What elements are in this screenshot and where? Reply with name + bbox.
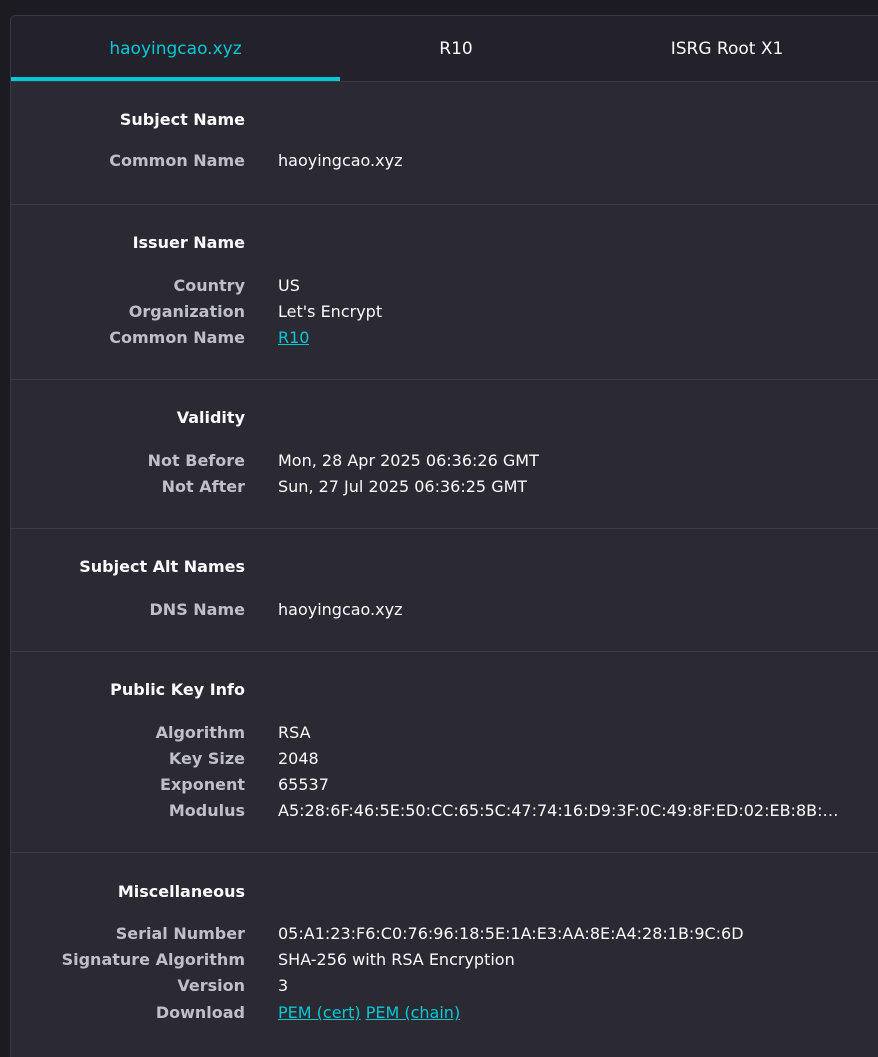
version-row: Version 3	[11, 973, 871, 999]
field-value: 2048	[278, 749, 319, 768]
field-value: Sun, 27 Jul 2025 06:36:25 GMT	[278, 477, 528, 496]
field-label: Key Size	[168, 749, 245, 768]
field-label: Version	[177, 976, 245, 995]
subject-common-name-row: Common Name haoyingcao.xyz	[11, 148, 871, 174]
certificate-tabs: haoyingcao.xyz R10 ISRG Root X1	[11, 16, 878, 82]
subject-alt-names-section: Subject Alt Names DNS Name haoyingcao.xy…	[11, 529, 878, 652]
issuer-r10-link[interactable]: R10	[278, 328, 309, 347]
issuer-common-name-row: Common Name R10	[11, 325, 871, 351]
field-label: Not Before	[147, 451, 245, 470]
field-value: A5:28:6F:46:5E:50:CC:65:5C:47:74:16:D9:3…	[278, 801, 843, 820]
field-label: DNS Name	[149, 600, 245, 619]
field-label: Not After	[161, 477, 245, 496]
pem-chain-link[interactable]: PEM (chain)	[366, 1003, 460, 1022]
validity-section: Validity Not Before Mon, 28 Apr 2025 06:…	[11, 380, 878, 529]
field-value: Let's Encrypt	[278, 302, 383, 321]
section-title-issuer: Issuer Name	[132, 233, 245, 252]
field-value: US	[278, 276, 300, 295]
field-label: Signature Algorithm	[61, 950, 245, 969]
field-value-container: R10	[278, 325, 309, 351]
signature-algorithm-row: Signature Algorithm SHA-256 with RSA Enc…	[11, 947, 871, 973]
field-label: Common Name	[109, 328, 245, 347]
tab-r10[interactable]: R10	[340, 16, 572, 81]
algorithm-row: Algorithm RSA	[11, 720, 871, 746]
section-title-misc: Miscellaneous	[117, 882, 245, 901]
miscellaneous-section: Miscellaneous Serial Number 05:A1:23:F6:…	[11, 853, 878, 1057]
field-label: Country	[173, 276, 245, 295]
dns-name-row: DNS Name haoyingcao.xyz	[11, 597, 871, 623]
issuer-organization-row: Organization Let's Encrypt	[11, 299, 871, 325]
download-row: Download PEM (cert) PEM (chain)	[11, 1000, 871, 1026]
field-value: 65537	[278, 775, 329, 794]
field-label: Organization	[128, 302, 245, 321]
field-label: Algorithm	[155, 723, 245, 742]
issuer-name-section: Issuer Name Country US Organization Let'…	[11, 205, 878, 380]
not-after-row: Not After Sun, 27 Jul 2025 06:36:25 GMT	[11, 474, 871, 500]
field-value: RSA	[278, 723, 311, 742]
field-value: haoyingcao.xyz	[278, 600, 403, 619]
field-value: 05:A1:23:F6:C0:76:96:18:5E:1A:E3:AA:8E:A…	[278, 924, 744, 943]
field-value: Mon, 28 Apr 2025 06:36:26 GMT	[278, 451, 539, 470]
field-label: Common Name	[109, 151, 245, 170]
field-label: Download	[155, 1003, 245, 1022]
not-before-row: Not Before Mon, 28 Apr 2025 06:36:26 GMT	[11, 448, 871, 474]
key-size-row: Key Size 2048	[11, 746, 871, 772]
download-links: PEM (cert) PEM (chain)	[278, 1000, 460, 1026]
exponent-row: Exponent 65537	[11, 772, 871, 798]
field-value: SHA-256 with RSA Encryption	[278, 950, 515, 969]
tab-haoyingcao-xyz[interactable]: haoyingcao.xyz	[11, 16, 340, 81]
field-label: Serial Number	[115, 924, 245, 943]
active-tab-indicator	[11, 77, 340, 81]
section-title-public-key: Public Key Info	[110, 680, 245, 699]
field-value: 3	[278, 976, 289, 995]
serial-number-row: Serial Number 05:A1:23:F6:C0:76:96:18:5E…	[11, 921, 871, 947]
field-value: haoyingcao.xyz	[278, 151, 403, 170]
subject-name-section: Subject Name Common Name haoyingcao.xyz	[11, 82, 878, 205]
field-label: Modulus	[168, 801, 245, 820]
tab-isrg-root-x1[interactable]: ISRG Root X1	[572, 16, 878, 81]
modulus-row: Modulus A5:28:6F:46:5E:50:CC:65:5C:47:74…	[11, 798, 871, 824]
section-title-subject: Subject Name	[119, 110, 245, 129]
pem-cert-link[interactable]: PEM (cert)	[278, 1003, 361, 1022]
certificate-viewer: haoyingcao.xyz R10 ISRG Root X1 Subject …	[10, 15, 878, 1057]
public-key-info-section: Public Key Info Algorithm RSA Key Size 2…	[11, 652, 878, 853]
section-title-san: Subject Alt Names	[79, 557, 245, 576]
field-label: Exponent	[160, 775, 245, 794]
section-title-validity: Validity	[176, 408, 245, 427]
issuer-country-row: Country US	[11, 273, 871, 299]
